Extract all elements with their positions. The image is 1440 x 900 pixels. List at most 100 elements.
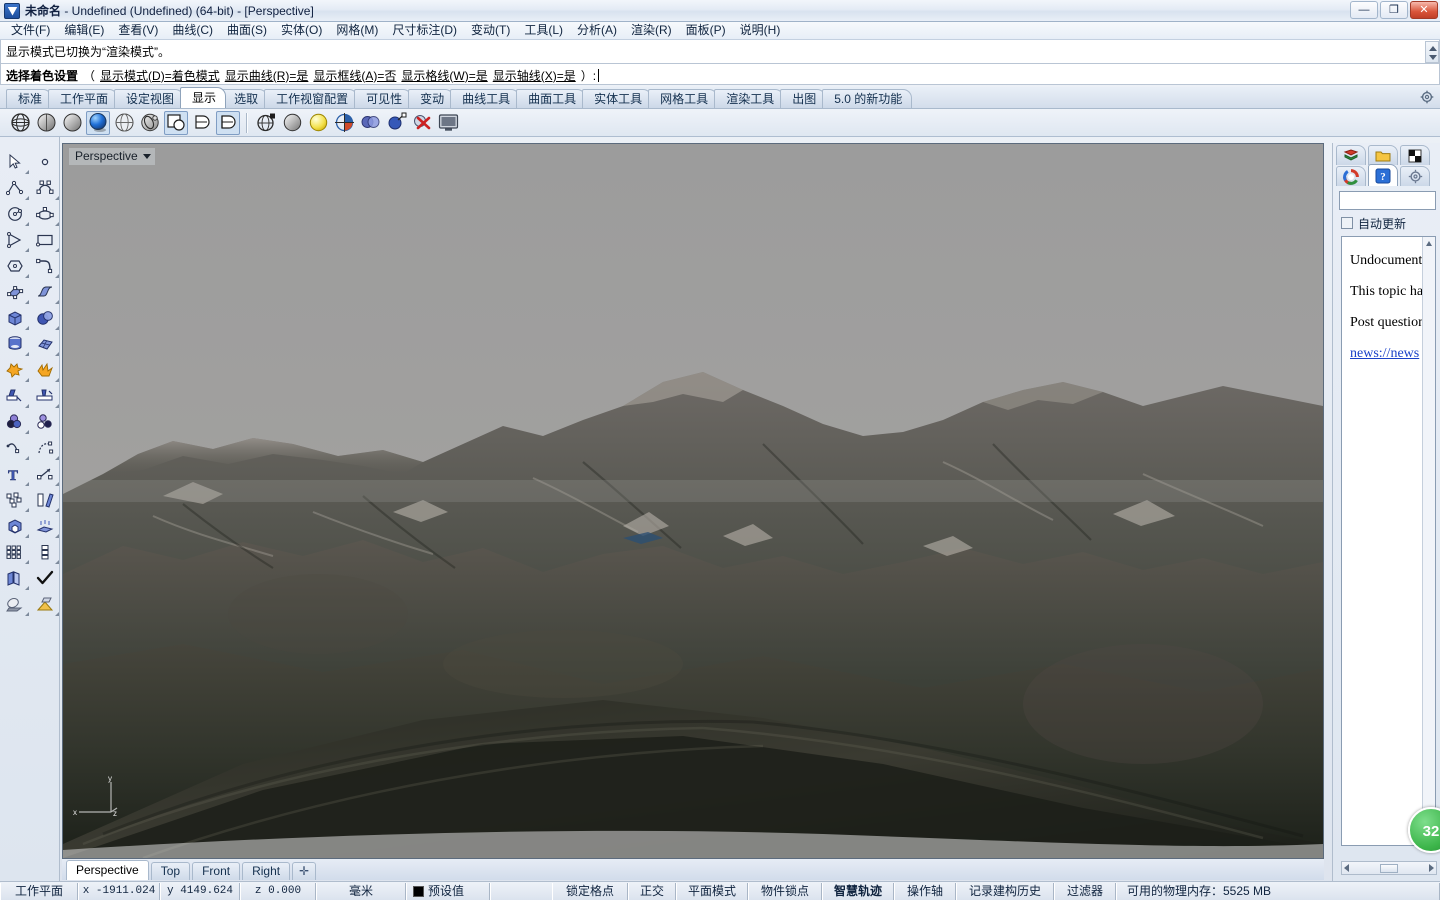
materials-tab-icon[interactable] <box>1400 145 1430 165</box>
tab-set-view[interactable]: 设定视图 <box>114 89 185 108</box>
help-tab-icon[interactable]: ? <box>1368 164 1398 186</box>
menu-solid[interactable]: 实体(O) <box>274 22 329 39</box>
toggle-osnap[interactable]: 物件锁点 <box>748 882 822 900</box>
maximize-button[interactable]: ❐ <box>1380 1 1408 19</box>
shaded-mode-icon[interactable] <box>34 111 58 135</box>
rebuild-curve-icon[interactable] <box>30 435 60 461</box>
ellipse-icon[interactable] <box>30 201 60 227</box>
tab-whats-new[interactable]: 5.0 的新功能 <box>822 89 913 108</box>
command-option-show-grid[interactable]: 显示格线(W)=是 <box>401 67 487 84</box>
help-news-link[interactable]: news://news <box>1350 346 1419 361</box>
menu-render[interactable]: 渲染(R) <box>624 22 679 39</box>
color-wheel-tab-icon[interactable] <box>1336 166 1366 186</box>
viewport-tab-perspective[interactable]: Perspective <box>66 860 149 880</box>
trim-icon[interactable] <box>0 383 30 409</box>
menu-dimension[interactable]: 尺寸标注(D) <box>385 22 464 39</box>
toggle-filter[interactable]: 过滤器 <box>1054 882 1116 900</box>
scroll-down-icon[interactable] <box>1429 55 1437 60</box>
group-icon[interactable] <box>0 487 30 513</box>
toggle-gumball[interactable]: 操作轴 <box>894 882 956 900</box>
viewport-title-bar[interactable]: Perspective <box>69 148 155 165</box>
arc-icon[interactable] <box>0 227 30 253</box>
scroll-left-icon[interactable] <box>1344 864 1349 872</box>
explode-icon[interactable] <box>30 357 60 383</box>
menu-panels[interactable]: 面板(P) <box>679 22 733 39</box>
fillet-curve-icon[interactable] <box>30 253 60 279</box>
cylinder-solid-icon[interactable] <box>0 331 30 357</box>
units-indicator[interactable]: 毫米 <box>316 882 406 900</box>
box-solid-icon[interactable] <box>0 305 30 331</box>
menu-edit[interactable]: 编辑(E) <box>57 22 111 39</box>
command-history-scrollbar[interactable] <box>1425 41 1439 63</box>
display-options-icon[interactable] <box>358 111 382 135</box>
scroll-up-icon[interactable] <box>1429 46 1437 51</box>
array-along-curve-icon[interactable] <box>30 539 60 565</box>
perspective-viewport[interactable]: Perspective x y z <box>62 143 1324 859</box>
unroll-surface-icon[interactable] <box>0 565 30 591</box>
menu-analyze[interactable]: 分析(A) <box>570 22 624 39</box>
polygon-icon[interactable] <box>0 253 30 279</box>
sphere-solid-icon[interactable] <box>30 305 60 331</box>
loft-surface-icon[interactable] <box>30 279 60 305</box>
dimension-icon[interactable] <box>30 461 60 487</box>
polyline-icon[interactable] <box>0 175 30 201</box>
viewport-tab-right[interactable]: Right <box>242 862 291 880</box>
auto-update-checkbox[interactable]: 自动更新 <box>1333 214 1440 232</box>
tab-solid-tools[interactable]: 实体工具 <box>582 89 653 108</box>
check-object-icon[interactable] <box>30 565 60 591</box>
minimize-button[interactable]: — <box>1350 1 1378 19</box>
options-gear-tab-icon[interactable] <box>1400 166 1430 186</box>
ghosted-mode-icon[interactable] <box>112 111 136 135</box>
technical-mode-icon[interactable] <box>164 110 188 135</box>
toggle-smarttrack[interactable]: 智慧轨迹 <box>822 882 894 900</box>
tab-render-tools[interactable]: 渲染工具 <box>714 89 785 108</box>
boolean-union-icon[interactable] <box>0 357 30 383</box>
mesh-plane-icon[interactable] <box>30 331 60 357</box>
help-vertical-scrollbar[interactable] <box>1422 237 1435 845</box>
scroll-up-icon[interactable] <box>1426 241 1432 246</box>
control-points-icon[interactable] <box>0 435 30 461</box>
close-button[interactable]: ✕ <box>1410 1 1438 19</box>
shadow-render-icon[interactable] <box>0 591 30 617</box>
tab-display[interactable]: 显示 <box>180 87 227 108</box>
gear-icon[interactable] <box>1420 90 1434 104</box>
menu-curve[interactable]: 曲线(C) <box>165 22 220 39</box>
set-display-mode-icon[interactable] <box>384 111 408 135</box>
toggle-record-history[interactable]: 记录建构历史 <box>956 882 1054 900</box>
cplane-indicator[interactable]: 工作平面 <box>0 882 78 900</box>
curve-icon[interactable] <box>30 175 60 201</box>
layer-indicator[interactable]: 预设值 <box>406 882 490 900</box>
layer-colors-icon[interactable] <box>0 409 30 435</box>
tab-cplane[interactable]: 工作平面 <box>48 89 119 108</box>
tab-standard[interactable]: 标准 <box>6 89 53 108</box>
rectangle-icon[interactable] <box>30 227 60 253</box>
help-search-input[interactable] <box>1339 191 1436 210</box>
rendered-blue-mode-icon[interactable] <box>86 110 110 135</box>
menu-view[interactable]: 查看(V) <box>111 22 165 39</box>
offset-surface-icon[interactable] <box>30 513 60 539</box>
menu-tools[interactable]: 工具(L) <box>517 22 570 39</box>
layers-tab-icon[interactable] <box>1336 145 1366 165</box>
extrude-solid-icon[interactable] <box>0 513 30 539</box>
xray-mode-icon[interactable] <box>138 111 162 135</box>
clear-display-icon[interactable] <box>410 111 434 135</box>
object-properties-icon[interactable] <box>30 409 60 435</box>
render-preview-icon[interactable] <box>306 111 330 135</box>
tab-viewport-layout[interactable]: 工作视窗配置 <box>264 89 359 108</box>
render-gradient-icon[interactable] <box>30 591 60 617</box>
menu-transform[interactable]: 变动(T) <box>464 22 517 39</box>
circle-icon[interactable] <box>0 201 30 227</box>
wireframe-mode-icon[interactable] <box>8 111 32 135</box>
tab-surface-tools[interactable]: 曲面工具 <box>516 89 587 108</box>
scrollbar-thumb[interactable] <box>1380 863 1398 873</box>
menu-surface[interactable]: 曲面(S) <box>220 22 274 39</box>
toggle-planar[interactable]: 平面模式 <box>676 882 748 900</box>
point-icon[interactable] <box>30 149 60 175</box>
help-horizontal-scrollbar[interactable] <box>1341 861 1437 875</box>
tab-mesh-tools[interactable]: 网格工具 <box>648 89 719 108</box>
select-arrow-icon[interactable] <box>0 149 30 175</box>
copy-icon[interactable] <box>30 487 60 513</box>
toggle-ortho[interactable]: 正交 <box>628 882 676 900</box>
checkbox-box[interactable] <box>1341 217 1353 229</box>
menu-file[interactable]: 文件(F) <box>4 22 57 39</box>
